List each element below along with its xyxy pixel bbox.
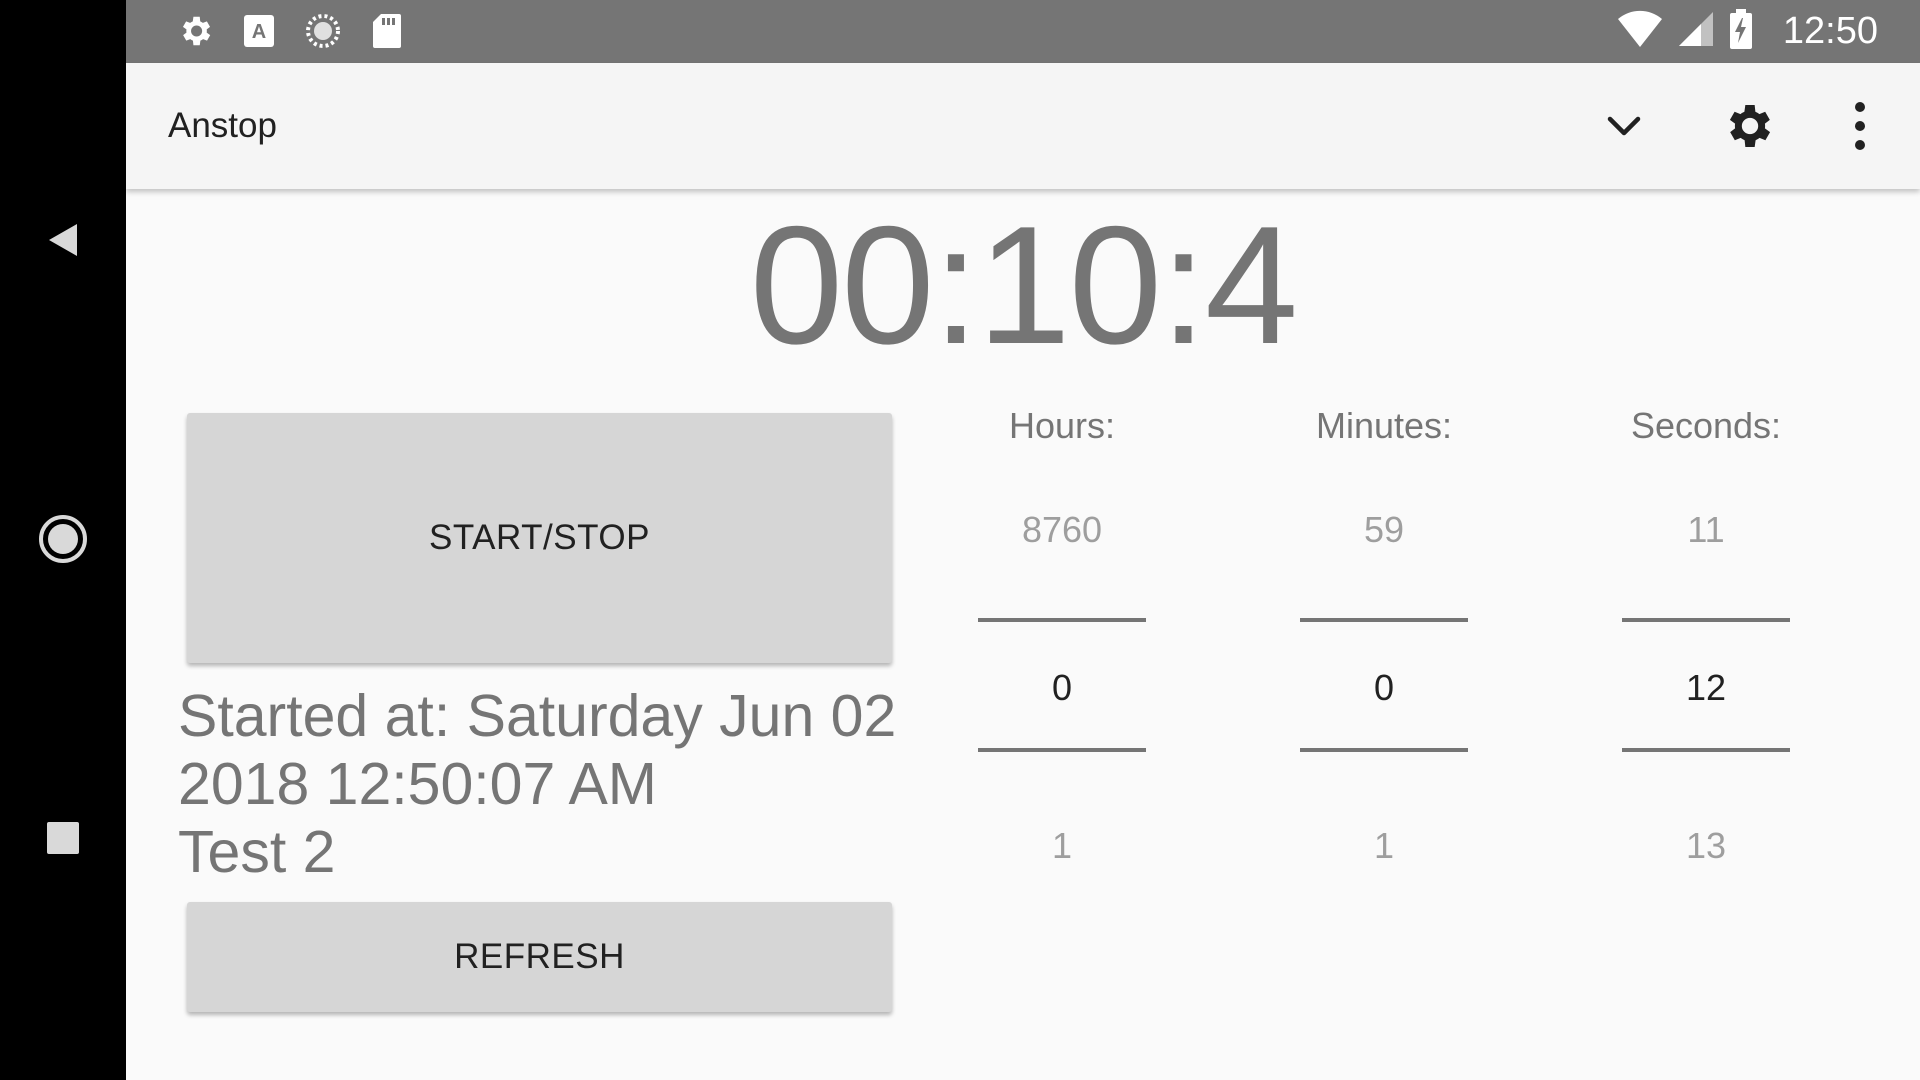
minutes-prev-value[interactable]: 59 (1244, 504, 1524, 556)
hours-label: Hours: (1008, 405, 1116, 446)
seconds-next-value[interactable]: 13 (1566, 820, 1846, 872)
battery-charging-icon (1729, 8, 1753, 54)
hours-picker[interactable]: Hours: 8760 0 1 (922, 400, 1202, 880)
picker-divider (1622, 618, 1790, 622)
home-icon[interactable] (0, 509, 126, 569)
clock-time: 12:50 (1782, 9, 1878, 52)
hours-current-value[interactable]: 0 (922, 662, 1202, 714)
sd-card-icon (366, 11, 408, 51)
status-bar: A 12:50 (126, 0, 1920, 63)
wifi-icon (1617, 10, 1663, 52)
gear-icon (174, 11, 216, 51)
app-title: Anstop (168, 106, 277, 145)
more-vert-icon[interactable] (1830, 96, 1890, 156)
text-a-icon: A (238, 11, 280, 51)
settings-gear-icon[interactable] (1720, 96, 1780, 156)
lap-label: Test 2 (178, 819, 336, 885)
seconds-picker[interactable]: Seconds: 11 12 13 (1566, 400, 1846, 880)
picker-divider (1622, 748, 1790, 752)
navigation-bar (0, 0, 126, 1080)
picker-divider (1300, 748, 1468, 752)
picker-divider (1300, 618, 1468, 622)
hours-prev-value[interactable]: 8760 (922, 504, 1202, 556)
minutes-picker[interactable]: Minutes: 59 0 1 (1244, 400, 1524, 880)
svg-text:A: A (252, 21, 266, 43)
recents-icon[interactable] (0, 808, 126, 868)
seconds-prev-value[interactable]: 11 (1566, 504, 1846, 556)
back-icon[interactable] (0, 210, 126, 270)
sync-icon (302, 11, 344, 51)
signal-icon (1677, 10, 1715, 52)
started-line: Started at: Saturday Jun 02 (178, 683, 897, 749)
started-line: 2018 12:50:07 AM (178, 751, 657, 817)
minutes-current-value[interactable]: 0 (1244, 662, 1524, 714)
app-bar: Anstop (126, 63, 1920, 189)
chevron-down-icon[interactable] (1594, 96, 1654, 156)
hours-next-value[interactable]: 1 (922, 820, 1202, 872)
start-stop-button[interactable]: START/STOP (187, 413, 892, 663)
minutes-next-value[interactable]: 1 (1244, 820, 1524, 872)
picker-divider (978, 618, 1146, 622)
seconds-label: Seconds: (1630, 405, 1782, 446)
timer-display: 00:10:4 (749, 191, 1299, 379)
refresh-button[interactable]: REFRESH (187, 902, 892, 1012)
minutes-label: Minutes: (1315, 405, 1453, 446)
seconds-current-value[interactable]: 12 (1566, 662, 1846, 714)
picker-divider (978, 748, 1146, 752)
started-info: Started at: Saturday Jun 02 2018 12:50:0… (178, 682, 938, 886)
